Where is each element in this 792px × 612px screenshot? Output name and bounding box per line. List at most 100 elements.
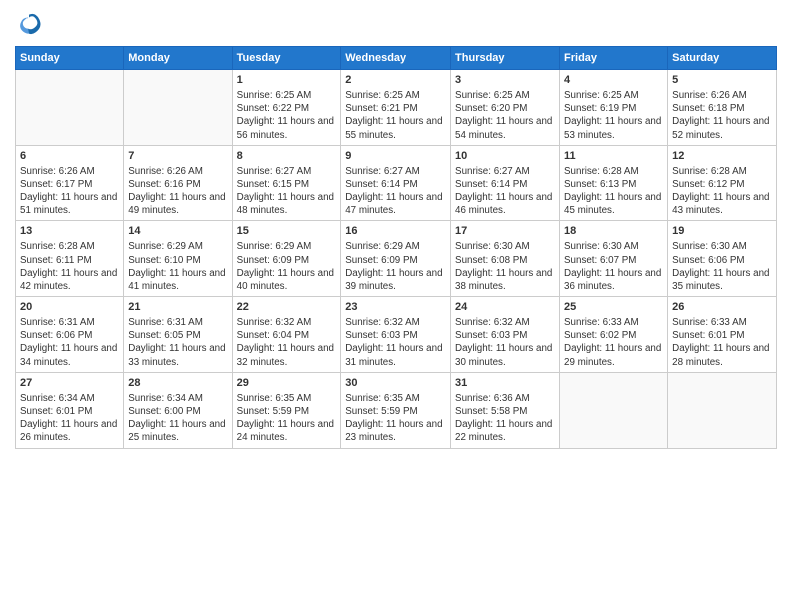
calendar-cell: 18Sunrise: 6:30 AM Sunset: 6:07 PM Dayli… [560,221,668,297]
calendar-cell: 8Sunrise: 6:27 AM Sunset: 6:15 PM Daylig… [232,145,341,221]
day-info: Sunrise: 6:35 AM Sunset: 5:59 PM Dayligh… [345,392,446,445]
calendar-cell: 19Sunrise: 6:30 AM Sunset: 6:06 PM Dayli… [668,221,777,297]
calendar-cell: 5Sunrise: 6:26 AM Sunset: 6:18 PM Daylig… [668,70,777,146]
day-number: 15 [237,224,337,239]
weekday-row: SundayMondayTuesdayWednesdayThursdayFrid… [16,47,777,70]
logo-icon [15,10,43,38]
calendar-cell: 11Sunrise: 6:28 AM Sunset: 6:13 PM Dayli… [560,145,668,221]
header [15,10,777,38]
day-number: 9 [345,149,446,164]
day-number: 11 [564,149,663,164]
calendar-cell: 24Sunrise: 6:32 AM Sunset: 6:03 PM Dayli… [451,297,560,373]
day-info: Sunrise: 6:32 AM Sunset: 6:03 PM Dayligh… [455,316,555,369]
calendar-header: SundayMondayTuesdayWednesdayThursdayFrid… [16,47,777,70]
weekday-header: Sunday [16,47,124,70]
day-info: Sunrise: 6:26 AM Sunset: 6:18 PM Dayligh… [672,89,772,142]
calendar-cell [668,372,777,448]
day-info: Sunrise: 6:27 AM Sunset: 6:15 PM Dayligh… [237,165,337,218]
day-number: 27 [20,376,119,391]
calendar-cell: 13Sunrise: 6:28 AM Sunset: 6:11 PM Dayli… [16,221,124,297]
day-number: 4 [564,73,663,88]
day-number: 23 [345,300,446,315]
day-info: Sunrise: 6:36 AM Sunset: 5:58 PM Dayligh… [455,392,555,445]
day-number: 7 [128,149,227,164]
weekday-header: Monday [124,47,232,70]
day-info: Sunrise: 6:34 AM Sunset: 6:00 PM Dayligh… [128,392,227,445]
calendar-cell: 28Sunrise: 6:34 AM Sunset: 6:00 PM Dayli… [124,372,232,448]
day-info: Sunrise: 6:31 AM Sunset: 6:05 PM Dayligh… [128,316,227,369]
day-info: Sunrise: 6:28 AM Sunset: 6:13 PM Dayligh… [564,165,663,218]
day-number: 25 [564,300,663,315]
calendar-week-row: 6Sunrise: 6:26 AM Sunset: 6:17 PM Daylig… [16,145,777,221]
weekday-header: Wednesday [341,47,451,70]
day-number: 21 [128,300,227,315]
day-number: 18 [564,224,663,239]
day-info: Sunrise: 6:25 AM Sunset: 6:22 PM Dayligh… [237,89,337,142]
day-number: 20 [20,300,119,315]
day-info: Sunrise: 6:34 AM Sunset: 6:01 PM Dayligh… [20,392,119,445]
day-number: 16 [345,224,446,239]
day-info: Sunrise: 6:33 AM Sunset: 6:01 PM Dayligh… [672,316,772,369]
day-info: Sunrise: 6:29 AM Sunset: 6:10 PM Dayligh… [128,240,227,293]
calendar-cell: 21Sunrise: 6:31 AM Sunset: 6:05 PM Dayli… [124,297,232,373]
day-info: Sunrise: 6:29 AM Sunset: 6:09 PM Dayligh… [237,240,337,293]
day-info: Sunrise: 6:27 AM Sunset: 6:14 PM Dayligh… [455,165,555,218]
day-number: 14 [128,224,227,239]
calendar-cell: 26Sunrise: 6:33 AM Sunset: 6:01 PM Dayli… [668,297,777,373]
calendar-cell [124,70,232,146]
day-number: 26 [672,300,772,315]
calendar-cell: 3Sunrise: 6:25 AM Sunset: 6:20 PM Daylig… [451,70,560,146]
calendar-week-row: 20Sunrise: 6:31 AM Sunset: 6:06 PM Dayli… [16,297,777,373]
calendar-cell: 29Sunrise: 6:35 AM Sunset: 5:59 PM Dayli… [232,372,341,448]
day-info: Sunrise: 6:25 AM Sunset: 6:21 PM Dayligh… [345,89,446,142]
calendar-cell: 10Sunrise: 6:27 AM Sunset: 6:14 PM Dayli… [451,145,560,221]
day-info: Sunrise: 6:29 AM Sunset: 6:09 PM Dayligh… [345,240,446,293]
weekday-header: Friday [560,47,668,70]
calendar-cell: 1Sunrise: 6:25 AM Sunset: 6:22 PM Daylig… [232,70,341,146]
calendar-cell: 23Sunrise: 6:32 AM Sunset: 6:03 PM Dayli… [341,297,451,373]
calendar-body: 1Sunrise: 6:25 AM Sunset: 6:22 PM Daylig… [16,70,777,449]
day-number: 5 [672,73,772,88]
day-info: Sunrise: 6:26 AM Sunset: 6:17 PM Dayligh… [20,165,119,218]
calendar-cell: 14Sunrise: 6:29 AM Sunset: 6:10 PM Dayli… [124,221,232,297]
weekday-header: Tuesday [232,47,341,70]
day-info: Sunrise: 6:33 AM Sunset: 6:02 PM Dayligh… [564,316,663,369]
logo [15,10,47,38]
calendar-cell: 2Sunrise: 6:25 AM Sunset: 6:21 PM Daylig… [341,70,451,146]
calendar-cell: 9Sunrise: 6:27 AM Sunset: 6:14 PM Daylig… [341,145,451,221]
day-number: 17 [455,224,555,239]
day-info: Sunrise: 6:26 AM Sunset: 6:16 PM Dayligh… [128,165,227,218]
day-number: 30 [345,376,446,391]
day-info: Sunrise: 6:30 AM Sunset: 6:06 PM Dayligh… [672,240,772,293]
day-info: Sunrise: 6:27 AM Sunset: 6:14 PM Dayligh… [345,165,446,218]
day-number: 24 [455,300,555,315]
calendar-cell: 7Sunrise: 6:26 AM Sunset: 6:16 PM Daylig… [124,145,232,221]
calendar-cell: 6Sunrise: 6:26 AM Sunset: 6:17 PM Daylig… [16,145,124,221]
calendar-cell [16,70,124,146]
calendar-cell: 15Sunrise: 6:29 AM Sunset: 6:09 PM Dayli… [232,221,341,297]
calendar-cell: 4Sunrise: 6:25 AM Sunset: 6:19 PM Daylig… [560,70,668,146]
calendar-cell: 27Sunrise: 6:34 AM Sunset: 6:01 PM Dayli… [16,372,124,448]
day-info: Sunrise: 6:25 AM Sunset: 6:20 PM Dayligh… [455,89,555,142]
day-number: 13 [20,224,119,239]
day-number: 10 [455,149,555,164]
day-info: Sunrise: 6:30 AM Sunset: 6:07 PM Dayligh… [564,240,663,293]
day-info: Sunrise: 6:28 AM Sunset: 6:12 PM Dayligh… [672,165,772,218]
day-info: Sunrise: 6:25 AM Sunset: 6:19 PM Dayligh… [564,89,663,142]
day-number: 22 [237,300,337,315]
day-info: Sunrise: 6:32 AM Sunset: 6:03 PM Dayligh… [345,316,446,369]
day-info: Sunrise: 6:32 AM Sunset: 6:04 PM Dayligh… [237,316,337,369]
calendar-cell: 30Sunrise: 6:35 AM Sunset: 5:59 PM Dayli… [341,372,451,448]
day-info: Sunrise: 6:28 AM Sunset: 6:11 PM Dayligh… [20,240,119,293]
calendar-cell: 20Sunrise: 6:31 AM Sunset: 6:06 PM Dayli… [16,297,124,373]
calendar: SundayMondayTuesdayWednesdayThursdayFrid… [15,46,777,449]
calendar-cell: 31Sunrise: 6:36 AM Sunset: 5:58 PM Dayli… [451,372,560,448]
day-number: 8 [237,149,337,164]
day-number: 31 [455,376,555,391]
weekday-header: Saturday [668,47,777,70]
day-number: 2 [345,73,446,88]
calendar-cell: 17Sunrise: 6:30 AM Sunset: 6:08 PM Dayli… [451,221,560,297]
calendar-week-row: 1Sunrise: 6:25 AM Sunset: 6:22 PM Daylig… [16,70,777,146]
calendar-cell: 22Sunrise: 6:32 AM Sunset: 6:04 PM Dayli… [232,297,341,373]
day-number: 19 [672,224,772,239]
